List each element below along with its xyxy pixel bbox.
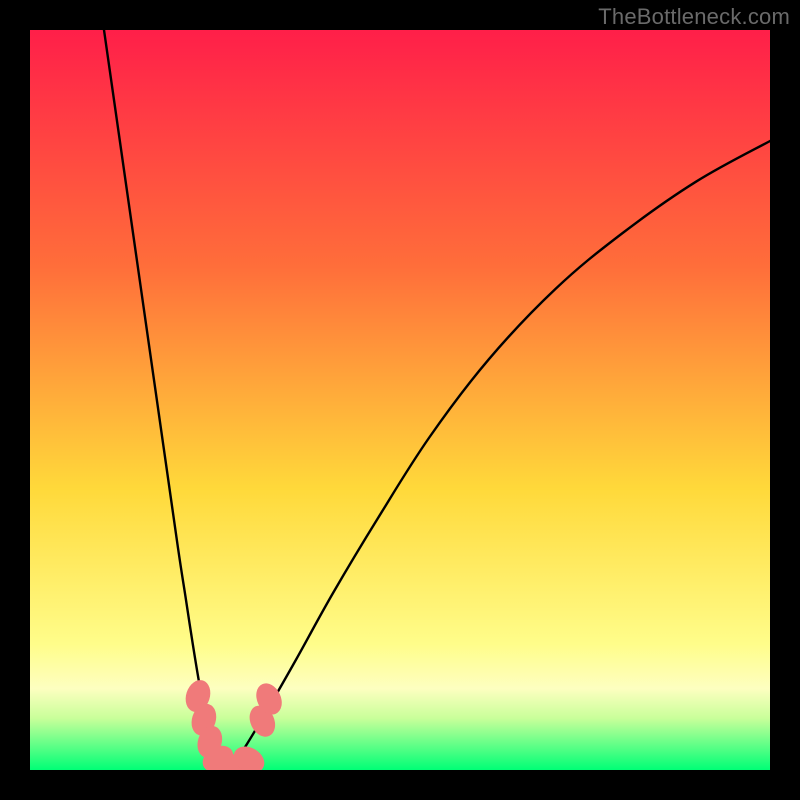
plot-area	[30, 30, 770, 770]
watermark-text: TheBottleneck.com	[598, 4, 790, 30]
gradient-background	[30, 30, 770, 770]
chart-frame: TheBottleneck.com	[0, 0, 800, 800]
bottleneck-chart	[30, 30, 770, 770]
